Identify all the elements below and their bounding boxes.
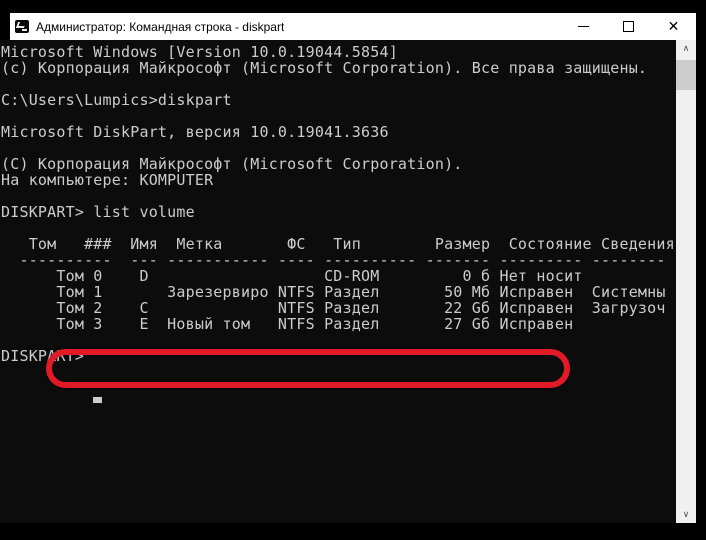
maximize-button[interactable] <box>606 13 651 40</box>
close-icon: ✕ <box>667 18 680 35</box>
window-title: Администратор: Командная строка - diskpa… <box>36 19 285 34</box>
scrollbar-down-button[interactable]: ∨ <box>676 506 696 523</box>
console-output: Microsoft Windows [Version 10.0.19044.58… <box>1 43 675 365</box>
scrollbar-thumb[interactable] <box>676 60 696 90</box>
minimize-icon <box>578 26 589 27</box>
window-controls: ✕ <box>561 13 696 40</box>
minimize-button[interactable] <box>561 13 606 40</box>
scrollbar[interactable]: ∧ ∨ <box>676 40 696 523</box>
command-prompt-window: Администратор: Командная строка - diskpa… <box>0 0 706 540</box>
maximize-icon <box>623 21 634 32</box>
chevron-down-icon: ∨ <box>682 509 690 520</box>
cmd-icon-cursor-mark <box>22 29 27 31</box>
console-area[interactable]: Microsoft Windows [Version 10.0.19044.58… <box>0 40 676 523</box>
window-titlebar[interactable]: Администратор: Командная строка - diskpa… <box>10 13 696 40</box>
scrollbar-up-button[interactable]: ∧ <box>676 40 696 57</box>
close-button[interactable]: ✕ <box>651 13 696 40</box>
chevron-up-icon: ∧ <box>682 43 690 54</box>
cmd-icon-prompt-mark <box>15 22 27 28</box>
cmd-icon <box>15 20 29 33</box>
highlight-annotation <box>46 349 570 388</box>
text-cursor <box>93 397 102 403</box>
